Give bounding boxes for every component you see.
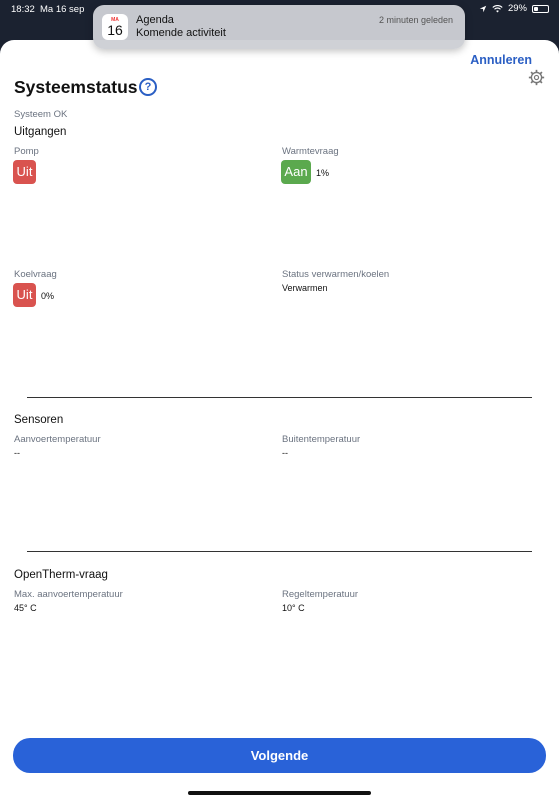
heat-demand-status-badge: Aan: [281, 160, 311, 184]
next-button[interactable]: Volgende: [13, 738, 546, 773]
outside-temp-label: Buitentemperatuur: [282, 434, 361, 445]
notification-banner[interactable]: MA 16 Agenda Komende activiteit 2 minute…: [93, 5, 465, 49]
max-supply-value: 45° C: [14, 603, 37, 613]
help-glyph: ?: [144, 81, 152, 93]
navigation-icon: [479, 5, 487, 12]
supply-temp-label: Aanvoertemperatuur: [14, 434, 101, 445]
max-supply-label: Max. aanvoertemperatuur: [14, 589, 123, 600]
battery-percent: 29%: [507, 3, 527, 14]
outputs-heading: Uitgangen: [14, 126, 67, 138]
divider: [27, 397, 532, 398]
outside-temp-value: --: [282, 448, 288, 458]
sensors-heading: Sensoren: [14, 414, 64, 426]
notification-message: Komende activiteit: [136, 27, 226, 39]
modal-sheet: [0, 40, 559, 800]
help-icon[interactable]: ?: [139, 78, 157, 96]
supply-temp-value: --: [14, 448, 20, 458]
pump-label: Pomp: [14, 146, 39, 157]
heat-demand-value: 1%: [316, 168, 330, 178]
heat-demand-label: Warmtevraag: [282, 146, 339, 157]
divider: [27, 551, 532, 552]
notification-app: Agenda: [136, 14, 174, 26]
cool-demand-status-badge: Uit: [13, 283, 36, 307]
control-temp-value: 10° C: [282, 603, 305, 613]
mode-label: Status verwarmen/koelen: [282, 269, 390, 280]
page-title: Systeemstatus: [14, 77, 138, 97]
calendar-icon: MA 16: [102, 14, 128, 40]
wifi-icon: [492, 4, 503, 13]
pump-status-badge: Uit: [13, 160, 36, 184]
battery-icon: [532, 4, 549, 13]
cool-demand-label: Koelvraag: [14, 269, 57, 280]
system-state: Systeem OK: [14, 109, 68, 120]
opentherm-heading: OpenTherm-vraag: [14, 569, 108, 581]
home-indicator[interactable]: [188, 791, 371, 795]
calendar-icon-day: 16: [107, 22, 123, 38]
mode-value: Verwarmen: [282, 283, 328, 293]
status-time: 18:32: [11, 4, 35, 15]
control-temp-label: Regeltemperatuur: [282, 589, 359, 600]
notification-time: 2 minuten geleden: [378, 15, 453, 25]
status-date: Ma 16 sep: [40, 4, 85, 15]
status-right: 29%: [479, 3, 549, 14]
cancel-button[interactable]: Annuleren: [470, 53, 532, 67]
gear-icon[interactable]: [528, 69, 545, 86]
cool-demand-value: 0%: [41, 291, 55, 301]
